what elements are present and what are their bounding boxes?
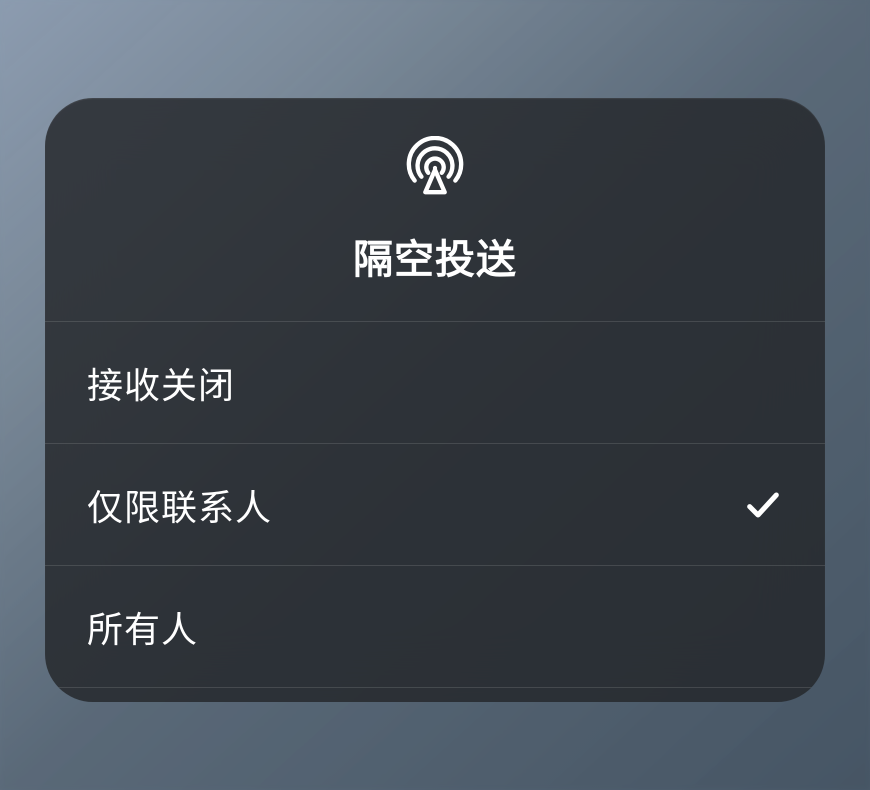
option-label: 仅限联系人 — [87, 479, 272, 531]
option-contacts-only[interactable]: 仅限联系人 — [45, 444, 825, 566]
airdrop-panel: 隔空投送 接收关闭 仅限联系人 所有人 — [45, 98, 825, 702]
airdrop-icon — [404, 136, 466, 203]
bottom-spacer — [45, 688, 825, 702]
option-label: 所有人 — [87, 601, 198, 653]
panel-title: 隔空投送 — [353, 227, 517, 285]
option-receiving-off[interactable]: 接收关闭 — [45, 322, 825, 444]
option-everyone[interactable]: 所有人 — [45, 566, 825, 688]
panel-header: 隔空投送 — [45, 98, 825, 322]
checkmark-icon — [743, 485, 783, 525]
option-label: 接收关闭 — [87, 357, 235, 409]
